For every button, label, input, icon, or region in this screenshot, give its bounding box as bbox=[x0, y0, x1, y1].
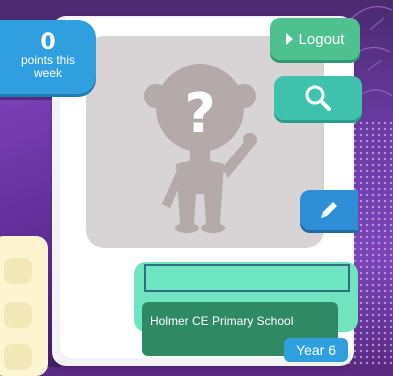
svg-text:?: ? bbox=[184, 82, 215, 145]
side-panel bbox=[0, 236, 48, 376]
edit-button[interactable] bbox=[300, 190, 358, 230]
side-panel-item bbox=[4, 258, 32, 284]
magnifier-icon bbox=[305, 85, 331, 111]
year-badge: Year 6 bbox=[284, 338, 348, 362]
side-panel-item bbox=[4, 344, 32, 370]
points-value: 0 bbox=[40, 30, 56, 55]
name-field[interactable] bbox=[144, 264, 350, 292]
search-button[interactable] bbox=[274, 76, 362, 120]
play-arrow-icon bbox=[285, 33, 293, 45]
points-badge: 0 points this week bbox=[0, 20, 96, 94]
avatar-frame: ? bbox=[86, 36, 324, 248]
pencil-icon bbox=[321, 202, 337, 218]
side-panel-item bbox=[4, 302, 32, 328]
logout-label: Logout bbox=[298, 30, 345, 48]
logout-button[interactable]: Logout bbox=[270, 18, 360, 60]
points-label: points this week bbox=[20, 53, 76, 80]
school-name: Holmer CE Primary School bbox=[150, 314, 294, 328]
mystery-person-icon: ? bbox=[144, 64, 257, 233]
